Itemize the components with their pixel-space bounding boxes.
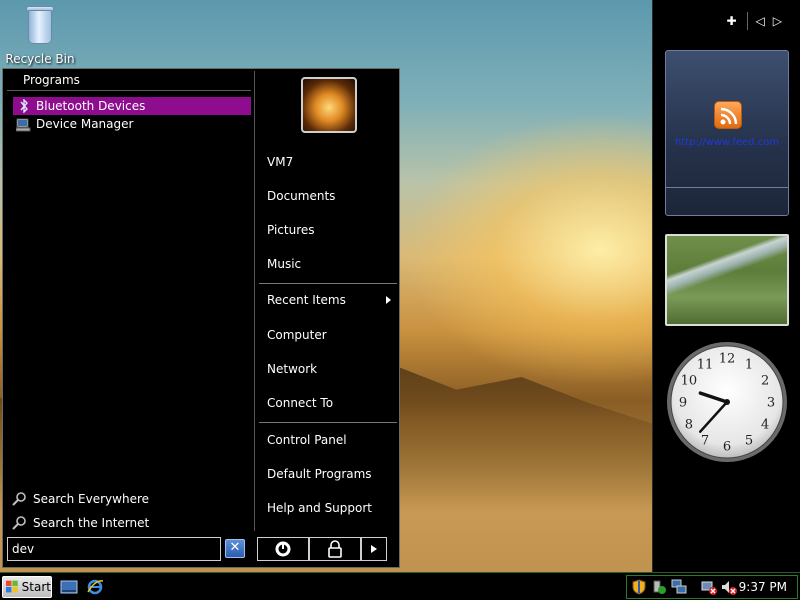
clock-numeral: 6 — [723, 440, 731, 455]
device-manager-icon — [16, 116, 32, 132]
clock-numeral: 7 — [701, 434, 709, 449]
menu-item-default-programs[interactable]: Default Programs — [267, 465, 372, 483]
clear-search-button[interactable]: ✕ — [225, 539, 245, 558]
security-shield-icon[interactable] — [631, 579, 647, 595]
recycle-bin[interactable]: Recycle Bin — [4, 2, 76, 66]
menu-separator — [259, 422, 397, 423]
clock-numeral: 1 — [745, 357, 753, 372]
menu-item-vm7[interactable]: VM7 — [267, 153, 293, 171]
menu-item-network[interactable]: Network — [267, 360, 317, 378]
arrow-right-icon — [371, 545, 377, 553]
menu-item-recent-items[interactable]: Recent Items — [255, 291, 399, 309]
taskbar: Start 9:37 PM — [0, 572, 800, 600]
menu-item-documents[interactable]: Documents — [267, 187, 335, 205]
network-disconnected-icon[interactable] — [701, 579, 717, 595]
program-item-bluetooth-devices[interactable]: Bluetooth Devices — [13, 97, 251, 115]
magnifier-icon — [11, 515, 27, 531]
menu-item-music[interactable]: Music — [267, 255, 301, 273]
programs-pane: Programs Bluetooth Devices Device Manage… — [3, 69, 255, 531]
previous-icon[interactable]: ◁ — [756, 14, 765, 28]
start-search-input[interactable] — [7, 537, 221, 561]
shutdown-options-button[interactable] — [361, 537, 387, 561]
slideshow-gadget[interactable] — [665, 234, 789, 326]
places-pane: VM7 Documents Pictures Music Recent Item… — [255, 69, 399, 531]
power-status-icon[interactable] — [651, 579, 667, 595]
menu-item-help-and-support[interactable]: Help and Support — [267, 499, 372, 517]
clock-numeral: 8 — [685, 418, 693, 433]
clock-numeral: 11 — [697, 357, 714, 372]
menu-item-pictures[interactable]: Pictures — [267, 221, 315, 239]
search-link-label: Search Everywhere — [33, 492, 149, 506]
submenu-arrow-icon — [386, 296, 391, 304]
volume-muted-icon[interactable] — [721, 579, 737, 595]
add-gadget-icon[interactable]: ✚ — [726, 14, 736, 28]
menu-item-connect-to[interactable]: Connect To — [267, 394, 333, 412]
clock-numeral: 2 — [761, 374, 769, 389]
program-item-device-manager[interactable]: Device Manager — [13, 115, 251, 133]
programs-header[interactable]: Programs — [7, 69, 251, 91]
program-label: Device Manager — [36, 117, 134, 131]
clock-numeral: 9 — [679, 396, 687, 411]
start-button[interactable]: Start — [2, 576, 52, 598]
magnifier-icon — [11, 491, 27, 507]
clock-numeral: 12 — [719, 352, 736, 367]
program-label: Bluetooth Devices — [36, 99, 146, 113]
clock-numeral: 3 — [767, 396, 775, 411]
menu-item-control-panel[interactable]: Control Panel — [267, 431, 347, 449]
menu-item-computer[interactable]: Computer — [267, 326, 327, 344]
sidebar: ✚ ◁ ▷ http://www.feed.com 1 2 3 4 5 6 7 … — [652, 0, 800, 572]
rss-icon — [714, 101, 742, 129]
search-link-label: Search the Internet — [33, 516, 150, 530]
internet-explorer-icon[interactable] — [86, 578, 104, 596]
recycle-bin-icon — [23, 2, 57, 46]
recycle-bin-label: Recycle Bin — [5, 52, 75, 66]
lock-icon — [328, 540, 342, 558]
feed-link[interactable]: http://www.feed.com — [666, 137, 788, 148]
user-picture[interactable] — [301, 77, 357, 133]
lock-button[interactable] — [309, 537, 361, 561]
menu-separator — [259, 283, 397, 284]
power-icon — [275, 541, 291, 557]
windows-flag-icon — [6, 580, 18, 593]
show-desktop-icon[interactable] — [60, 578, 78, 596]
system-tray: 9:37 PM — [626, 575, 798, 599]
power-button[interactable] — [257, 537, 309, 561]
start-menu-bottom-bar: ✕ — [3, 531, 399, 567]
clock-gadget[interactable]: 1 2 3 4 5 6 7 8 9 10 11 12 — [665, 340, 789, 464]
menu-item-label: Recent Items — [267, 293, 346, 307]
sidebar-controls: ✚ ◁ ▷ — [718, 12, 782, 30]
clock-numeral: 10 — [681, 374, 698, 389]
next-icon[interactable]: ▷ — [773, 14, 782, 28]
bluetooth-icon — [16, 98, 32, 114]
clock-numeral: 4 — [761, 418, 769, 433]
start-label: Start — [21, 580, 51, 594]
start-menu: Programs Bluetooth Devices Device Manage… — [2, 68, 400, 568]
search-everywhere-link[interactable]: Search Everywhere — [11, 487, 149, 511]
taskbar-clock[interactable]: 9:37 PM — [739, 580, 787, 594]
clock-numeral: 5 — [745, 434, 753, 449]
network-status-icon[interactable] — [671, 579, 687, 595]
feed-headlines-gadget[interactable]: http://www.feed.com — [665, 50, 789, 216]
analog-clock: 1234567891011 12 — [667, 342, 787, 462]
